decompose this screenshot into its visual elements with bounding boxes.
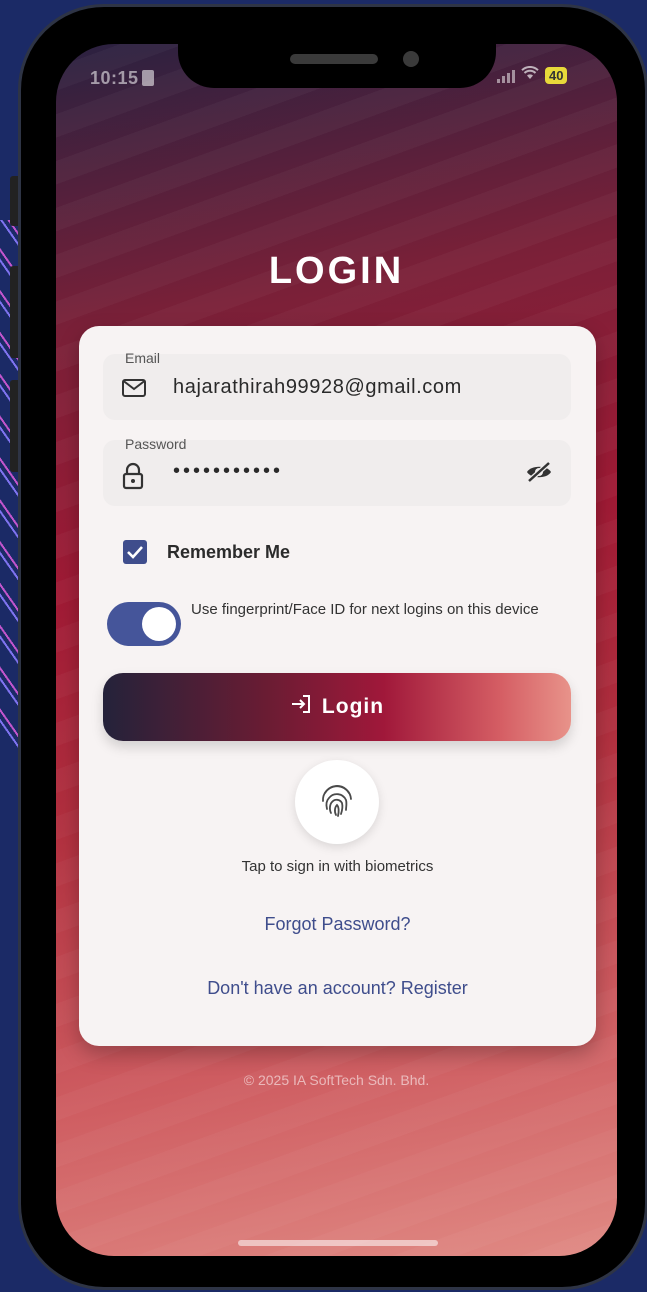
status-time-text: 10:15 bbox=[90, 68, 139, 88]
password-field[interactable]: Password ••••••••••• bbox=[103, 436, 571, 506]
eye-off-icon[interactable] bbox=[525, 460, 553, 484]
biometric-toggle[interactable] bbox=[107, 602, 181, 646]
login-button-label: Login bbox=[321, 695, 385, 718]
lock-icon bbox=[121, 462, 145, 490]
page-title: LOGIN bbox=[268, 250, 405, 292]
biometric-toggle-label: Use fingerprint/Face ID for next logins … bbox=[191, 601, 539, 618]
status-indicators: 40 bbox=[497, 66, 568, 85]
email-label: Email bbox=[125, 350, 161, 366]
wifi-icon bbox=[521, 66, 539, 85]
speaker bbox=[290, 54, 378, 64]
fingerprint-icon bbox=[318, 781, 356, 824]
remember-me-checkbox[interactable] bbox=[123, 540, 147, 564]
login-arrow-icon bbox=[290, 694, 312, 720]
front-camera bbox=[403, 51, 419, 67]
remember-me-row[interactable]: Remember Me bbox=[123, 540, 290, 564]
copyright-footer: © 2025 IA SoftTech Sdn. Bhd. bbox=[243, 1072, 430, 1088]
home-indicator[interactable] bbox=[238, 1240, 438, 1246]
biometric-button[interactable] bbox=[295, 760, 379, 844]
login-button[interactable]: Login bbox=[103, 673, 571, 741]
sim-icon bbox=[141, 70, 154, 86]
password-input[interactable]: ••••••••••• bbox=[173, 460, 283, 483]
login-card: Email hajarathirah99928@gmail.com Passwo… bbox=[79, 326, 596, 1046]
battery-indicator: 40 bbox=[545, 67, 568, 84]
biometric-prompt: Tap to sign in with biometrics bbox=[241, 858, 434, 875]
status-time: 10:15 bbox=[90, 68, 154, 89]
password-label: Password bbox=[125, 436, 187, 452]
signal-icon bbox=[497, 69, 515, 83]
forgot-password-link[interactable]: Forgot Password? bbox=[79, 914, 596, 935]
mail-icon bbox=[121, 376, 146, 400]
remember-me-label: Remember Me bbox=[167, 541, 291, 562]
notch bbox=[178, 8, 496, 88]
register-link[interactable]: Don't have an account? Register bbox=[79, 978, 596, 999]
email-field[interactable]: Email hajarathirah99928@gmail.com bbox=[103, 350, 571, 420]
email-input[interactable]: hajarathirah99928@gmail.com bbox=[173, 376, 462, 399]
toggle-knob bbox=[142, 607, 176, 641]
